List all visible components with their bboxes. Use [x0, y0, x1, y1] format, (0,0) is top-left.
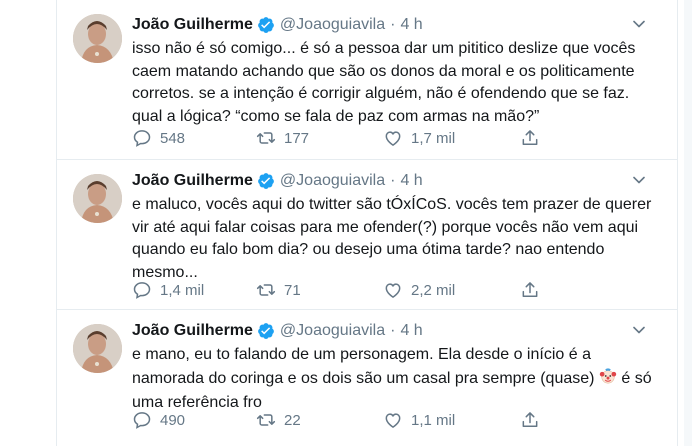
author-handle[interactable]: @Joaoguiavila [280, 16, 385, 34]
retweet-count: 22 [284, 411, 301, 429]
verified-badge-icon [257, 172, 275, 190]
reply-count: 490 [160, 411, 186, 429]
reply-icon [133, 412, 151, 429]
like-count: 2,2 mil [411, 281, 456, 299]
retweet-icon [256, 132, 276, 144]
like-count: 1,7 mil [411, 129, 456, 147]
reply-count: 1,4 mil [160, 281, 205, 299]
share-button[interactable] [520, 126, 540, 150]
tweet[interactable]: João Guilherme @Joaoguiavila · 4 h e mal… [57, 160, 677, 310]
chevron-down-icon[interactable] [631, 322, 647, 338]
author-name[interactable]: João Guilherme [132, 172, 253, 190]
share-icon [522, 130, 538, 145]
tweet-header: João Guilherme @Joaoguiavila · 4 h [132, 14, 423, 36]
tweet-text: isso não é só comigo... é só a pessoa da… [132, 40, 636, 125]
retweet-button[interactable]: 22 [256, 408, 301, 432]
retweet-count: 177 [284, 129, 310, 147]
avatar[interactable] [73, 324, 122, 373]
reply-icon [133, 130, 151, 147]
like-button[interactable]: 1,1 mil [383, 408, 455, 432]
like-count: 1,1 mil [411, 411, 456, 429]
author-name[interactable]: João Guilherme [132, 322, 253, 340]
chevron-down-icon[interactable] [631, 16, 647, 32]
chevron-down-icon[interactable] [631, 172, 647, 188]
tweet[interactable]: João Guilherme @Joaoguiavila · 4 h isso … [57, 0, 677, 160]
heart-icon [385, 283, 401, 298]
retweet-button[interactable]: 177 [256, 126, 309, 150]
retweet-count: 71 [284, 281, 301, 299]
like-button[interactable]: 1,7 mil [383, 126, 455, 150]
verified-badge-icon [257, 16, 275, 34]
tweet[interactable]: João Guilherme @Joaoguiavila · 4 h e man… [57, 310, 677, 446]
retweet-icon [256, 414, 276, 426]
author-handle[interactable]: @Joaoguiavila [280, 322, 385, 340]
retweet-icon [256, 284, 276, 296]
tweet-feed: João Guilherme @Joaoguiavila · 4 h isso … [56, 0, 678, 446]
tweet-header: João Guilherme @Joaoguiavila · 4 h [132, 170, 423, 192]
tweet-actions: 548 177 1,7 mil [132, 126, 632, 150]
avatar[interactable] [73, 14, 122, 63]
share-icon [522, 282, 538, 297]
retweet-button[interactable]: 71 [256, 278, 301, 302]
share-button[interactable] [520, 278, 540, 302]
tweet-actions: 1,4 mil 71 2,2 mil [132, 278, 632, 302]
heart-icon [385, 413, 401, 428]
separator-dot: · [390, 16, 396, 33]
timestamp[interactable]: 4 h [400, 322, 422, 340]
separator-dot: · [390, 322, 396, 339]
avatar[interactable] [73, 174, 122, 223]
author-name[interactable]: João Guilherme [132, 16, 253, 34]
share-button[interactable] [520, 408, 540, 432]
scrollbar-track[interactable] [684, 0, 692, 446]
tweet-text: e mano, eu to falando de um personagem. … [132, 344, 654, 415]
heart-icon [385, 131, 401, 146]
like-button[interactable]: 2,2 mil [383, 278, 455, 302]
share-icon [522, 412, 538, 427]
reply-icon [133, 282, 151, 299]
author-handle[interactable]: @Joaoguiavila [280, 172, 385, 190]
reply-button[interactable]: 490 [132, 408, 185, 432]
tweet-header: João Guilherme @Joaoguiavila · 4 h [132, 320, 423, 342]
timestamp[interactable]: 4 h [400, 172, 422, 190]
verified-badge-icon [257, 322, 275, 340]
separator-dot: · [390, 172, 396, 189]
tweet-actions: 490 22 1,1 mil [132, 408, 632, 432]
reply-count: 548 [160, 129, 186, 147]
timestamp[interactable]: 4 h [400, 16, 422, 34]
clown-face-icon [599, 367, 617, 393]
tweet-text-part: e mano, eu to falando de um personagem. … [132, 346, 595, 387]
reply-button[interactable]: 548 [132, 126, 185, 150]
reply-button[interactable]: 1,4 mil [132, 278, 204, 302]
tweet-text: e maluco, vocês aqui do twitter são tÓxÍ… [132, 196, 652, 281]
